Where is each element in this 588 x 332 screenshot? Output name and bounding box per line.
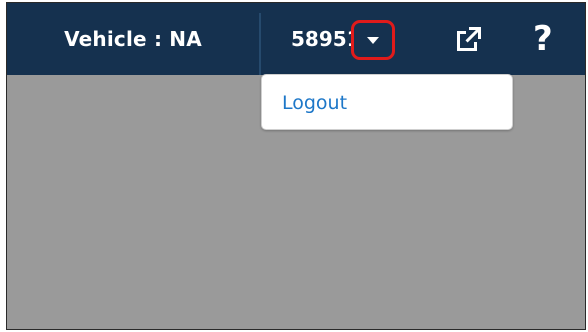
app-window: Vehicle : NA 58951 ? Logout: [6, 2, 586, 330]
user-menu: 58951: [261, 3, 401, 75]
logout-menu-item[interactable]: Logout: [282, 75, 347, 131]
user-dropdown-menu: Logout: [261, 74, 513, 130]
vehicle-status: Vehicle : NA: [7, 3, 259, 75]
user-dropdown-button[interactable]: [351, 20, 395, 60]
vehicle-label: Vehicle : NA: [64, 27, 202, 51]
external-link-icon[interactable]: [451, 21, 487, 57]
help-button[interactable]: ?: [533, 11, 553, 67]
top-navigation-bar: Vehicle : NA 58951 ?: [7, 3, 585, 75]
caret-down-icon: [367, 36, 379, 44]
